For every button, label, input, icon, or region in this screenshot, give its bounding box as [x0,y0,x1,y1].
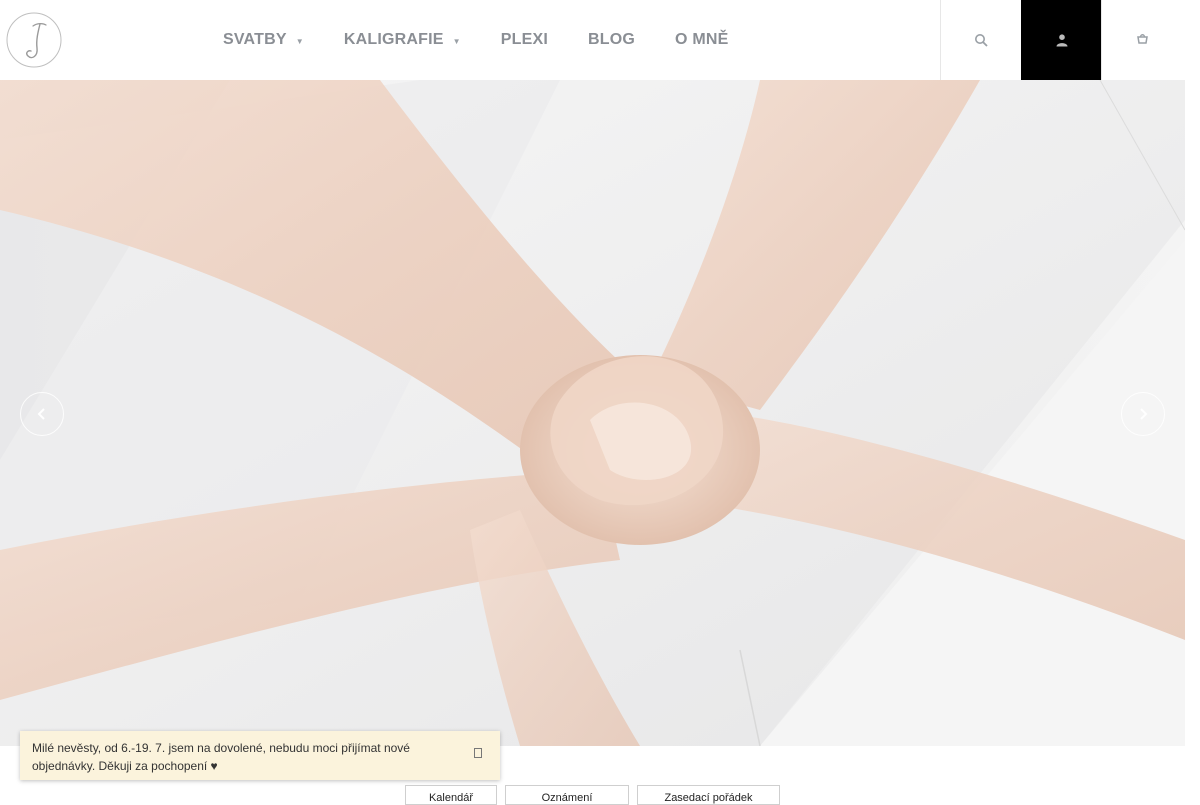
prev-slide-button[interactable] [20,392,64,436]
main-nav: SVATBY ▼ KALIGRAFIE ▼ PLEXI BLOG O MNĚ [223,0,768,80]
nav-item-label: O MNĚ [675,31,729,48]
nav-item-plexi[interactable]: PLEXI [501,31,548,49]
nav-item-label: PLEXI [500,31,548,48]
vacation-notice: Milé nevěsty, od 6.-19. 7. jsem na dovol… [20,731,500,780]
category-button-label: Kalendář [428,792,474,804]
header-tools [940,0,1182,80]
cart-button[interactable] [1101,0,1182,80]
chevron-right-icon [1140,408,1148,420]
cart-icon [1137,34,1148,44]
user-icon [1056,34,1067,47]
hero-slider [0,80,1185,746]
next-slide-button[interactable] [1121,392,1165,436]
nav-item-blog[interactable]: BLOG [588,31,635,49]
search-icon [975,34,988,47]
logo-icon [6,12,62,68]
notice-text: Milé nevěsty, od 6.-19. 7. jsem na dovol… [32,741,410,773]
nav-item-label: SVATBY [223,31,287,48]
logo[interactable] [6,12,62,68]
close-icon[interactable] [474,748,482,758]
category-button-label: Oznámení [541,792,593,804]
nav-item-kaligrafie[interactable]: KALIGRAFIE ▼ [344,31,461,49]
hero-image [0,80,1185,746]
account-button[interactable] [1021,0,1101,80]
category-button-label: Zasedací pořádek [664,792,753,804]
category-button-zasedaci-poradek[interactable]: Zasedací pořádek [637,785,780,805]
nav-item-o-mne[interactable]: O MNĚ [675,31,728,49]
chevron-down-icon: ▼ [295,36,304,46]
nav-item-label: BLOG [588,31,636,48]
site-header: SVATBY ▼ KALIGRAFIE ▼ PLEXI BLOG O MNĚ [0,0,1185,80]
nav-item-svatby[interactable]: SVATBY ▼ [223,31,304,49]
category-button-kalendar[interactable]: Kalendář [405,785,497,805]
category-button-oznameni[interactable]: Oznámení [505,785,629,805]
nav-item-label: KALIGRAFIE [343,31,444,48]
chevron-left-icon [37,408,45,420]
search-button[interactable] [940,0,1021,80]
chevron-down-icon: ▼ [452,36,461,46]
page-edge [1185,0,1200,800]
